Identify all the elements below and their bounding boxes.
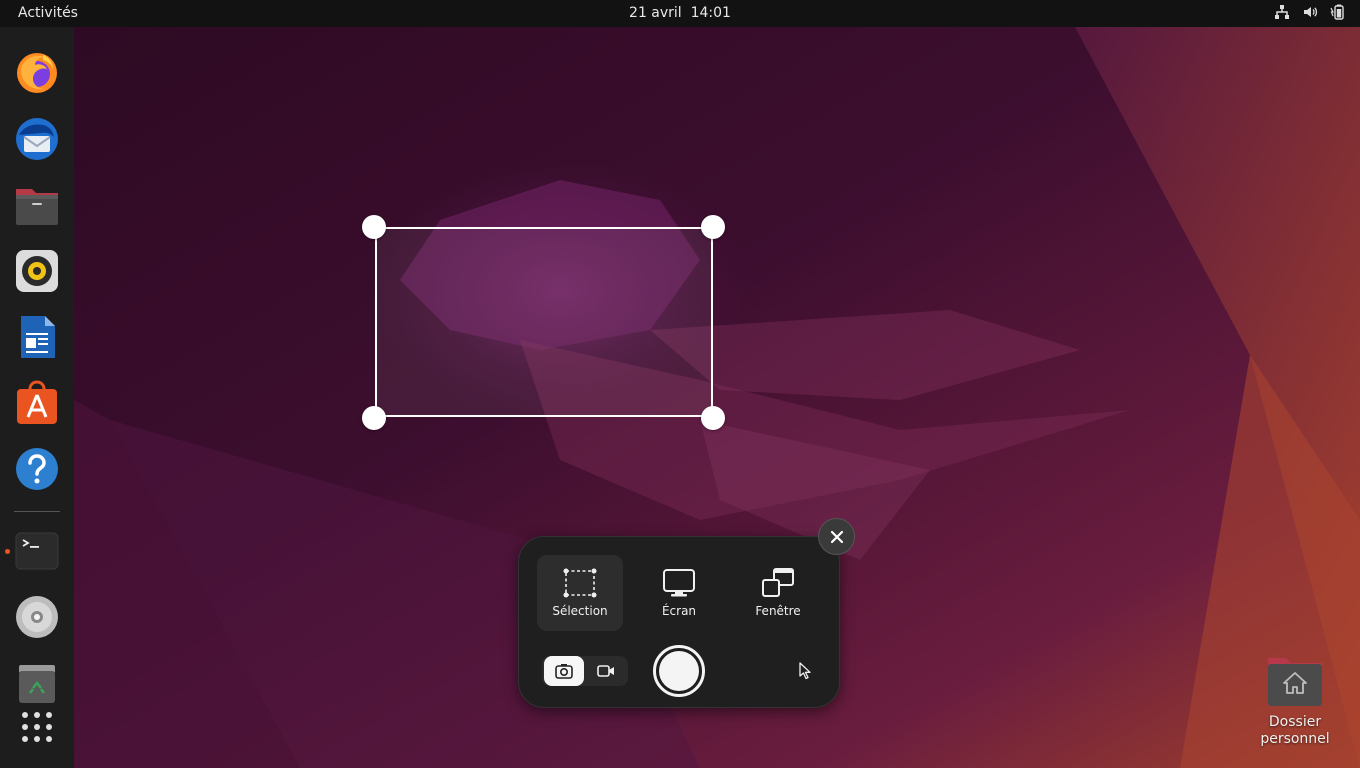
dock-item-writer[interactable]: [13, 313, 61, 361]
close-screenshot-button[interactable]: [818, 518, 855, 555]
capture-type-toggle: [542, 656, 628, 686]
system-tray[interactable]: [1274, 4, 1346, 20]
close-icon: [830, 530, 843, 543]
disc-icon: [16, 596, 58, 638]
monitor-icon: [663, 569, 695, 597]
running-indicator: [5, 549, 10, 554]
rhythmbox-icon: [16, 250, 58, 292]
desktop-home-folder[interactable]: Dossier personnel: [1250, 654, 1340, 748]
mode-window-button[interactable]: Fenêtre: [735, 555, 821, 631]
dock-item-firefox[interactable]: [13, 49, 61, 97]
screencast-type-button[interactable]: [586, 656, 626, 686]
mode-selection-label: Sélection: [552, 604, 608, 618]
mouse-pointer-icon: [799, 662, 811, 680]
window-icon: [762, 568, 794, 597]
camera-icon: [555, 664, 573, 679]
dock-item-terminal[interactable]: [13, 527, 61, 575]
dock-item-software[interactable]: [13, 379, 61, 427]
show-pointer-toggle[interactable]: [787, 656, 823, 686]
writer-icon: [21, 316, 55, 358]
dock-item-show-apps[interactable]: [13, 703, 61, 751]
screenshot-type-button[interactable]: [544, 656, 584, 686]
app-grid-icon: [22, 712, 52, 742]
activities-button[interactable]: Activités: [18, 5, 78, 21]
selection-handle-top-left[interactable]: [362, 215, 386, 239]
home-folder-label-line1: Dossier: [1268, 714, 1322, 730]
battery-icon: [1330, 4, 1346, 20]
dock: [0, 27, 74, 768]
trash-icon: [19, 665, 55, 703]
mode-window-label: Fenêtre: [755, 604, 801, 618]
network-icon: [1274, 4, 1290, 20]
mode-screen-label: Écran: [661, 604, 697, 618]
dock-item-files[interactable]: [13, 181, 61, 229]
home-folder-label: Dossier personnel: [1250, 714, 1340, 748]
volume-icon: [1302, 4, 1318, 20]
screenshot-panel: Sélection Écran Fenêtre: [518, 536, 840, 708]
files-icon: [16, 189, 58, 225]
video-camera-icon: [597, 665, 614, 677]
dock-item-help[interactable]: [13, 445, 61, 493]
home-folder-icon: [1268, 658, 1322, 706]
mode-screen-button[interactable]: Écran: [636, 555, 722, 631]
firefox-icon: [17, 53, 57, 93]
selection-handle-bottom-left[interactable]: [362, 406, 386, 430]
mode-selection-button[interactable]: Sélection: [537, 555, 623, 631]
clock-button[interactable]: 21 avril 14:01: [629, 5, 731, 21]
capture-button[interactable]: [653, 645, 705, 697]
dock-item-disc[interactable]: [13, 593, 61, 641]
dock-item-rhythmbox[interactable]: [13, 247, 61, 295]
clock-area: 21 avril 14:01: [0, 5, 1360, 21]
capture-button-inner: [659, 651, 699, 691]
screenshot-selection-area[interactable]: [375, 227, 713, 417]
selection-handle-top-right[interactable]: [701, 215, 725, 239]
dock-item-trash[interactable]: [13, 659, 61, 707]
top-bar: Activités 21 avril 14:01: [0, 0, 1360, 27]
dock-separator: [14, 511, 60, 512]
thunderbird-icon: [16, 118, 58, 160]
home-folder-label-line2: personnel: [1260, 731, 1330, 747]
software-icon: [17, 380, 57, 424]
selection-handle-bottom-right[interactable]: [701, 406, 725, 430]
selection-icon: [563, 568, 597, 598]
help-icon: [16, 448, 58, 490]
terminal-icon: [15, 532, 59, 570]
dock-item-thunderbird[interactable]: [13, 115, 61, 163]
